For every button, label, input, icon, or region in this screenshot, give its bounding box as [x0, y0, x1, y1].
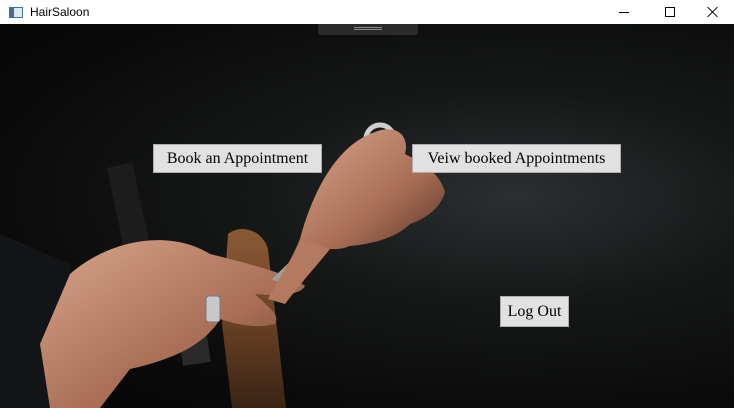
close-icon: [707, 6, 719, 18]
view-booked-appointments-button[interactable]: Veiw booked Appointments: [412, 144, 621, 173]
window-title: HairSaloon: [30, 5, 90, 19]
title-bar[interactable]: HairSaloon: [0, 0, 734, 24]
minimize-button[interactable]: [601, 0, 647, 24]
maximize-icon: [665, 7, 675, 17]
main-panel: Book an Appointment Veiw booked Appointm…: [0, 24, 734, 408]
drag-handle[interactable]: [318, 24, 418, 35]
right-wrist: [268, 239, 330, 304]
minimize-icon: [619, 11, 629, 13]
app-window: HairSaloon Book an Appointment Veiw book…: [0, 0, 734, 408]
maximize-button[interactable]: [647, 0, 693, 24]
log-out-button[interactable]: Log Out: [500, 296, 569, 327]
book-appointment-button[interactable]: Book an Appointment: [153, 144, 322, 173]
hair-salon-photo: [0, 122, 445, 408]
app-window-icon: [9, 6, 23, 18]
close-button[interactable]: [690, 0, 734, 24]
ring: [205, 295, 221, 323]
